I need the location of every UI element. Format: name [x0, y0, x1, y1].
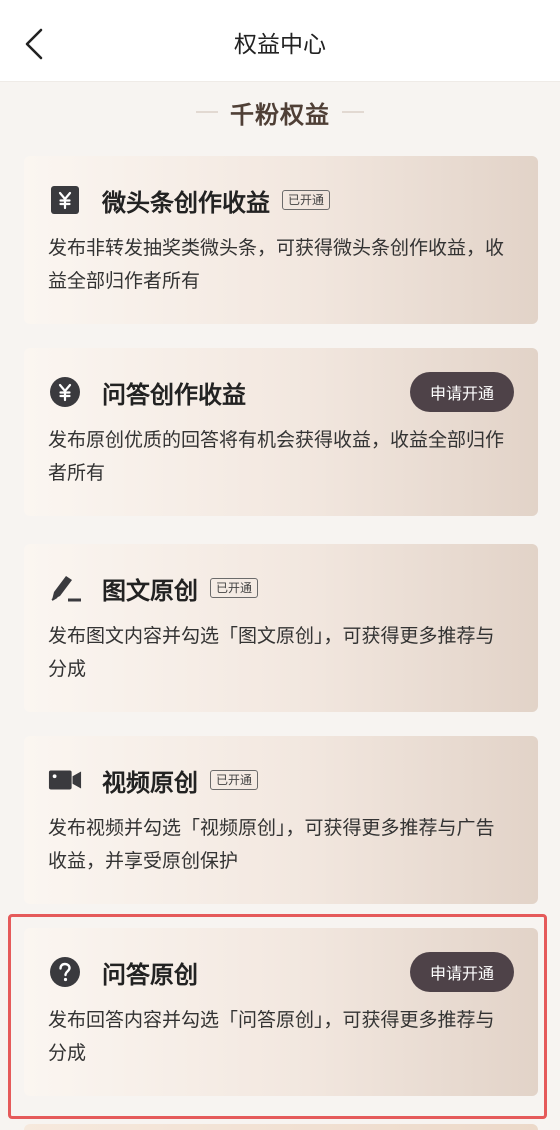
question-circle-icon [48, 955, 82, 989]
card-description: 发布回答内容并勾选「问答原创」，可获得更多推荐与分成 [48, 1009, 495, 1064]
card-title-row: 微头条创作收益 已开通 [48, 180, 514, 220]
benefit-card-article-original[interactable]: 图文原创 已开通 发布图文内容并勾选「图文原创」，可获得更多推荐与分成 [24, 544, 538, 712]
apply-button[interactable]: 申请开通 [409, 952, 514, 992]
status-badge: 已开通 [210, 578, 259, 598]
card-description: 发布视频并勾选「视频原创」，可获得更多推荐与广告收益，并享受原创保护 [48, 817, 495, 872]
video-camera-icon [48, 763, 82, 797]
next-card-peek [24, 1124, 538, 1130]
card-title: 图文原创 [102, 576, 198, 605]
benefit-card-video-original[interactable]: 视频原创 已开通 发布视频并勾选「视频原创」，可获得更多推荐与广告收益，并享受原… [24, 736, 538, 904]
section-heading-text: 千粉权益 [230, 100, 330, 129]
status-bar [0, 0, 560, 8]
pen-icon [48, 571, 82, 605]
card-title-row: 视频原创 已开通 [48, 760, 514, 800]
card-title: 微头条创作收益 [102, 188, 270, 217]
status-badge: 已开通 [210, 770, 259, 790]
page-title: 权益中心 [234, 32, 326, 58]
heading-divider-right [342, 111, 364, 113]
section-heading: 千粉权益 [0, 94, 560, 130]
yuan-square-icon [48, 183, 82, 217]
card-description: 发布图文内容并勾选「图文原创」，可获得更多推荐与分成 [48, 625, 495, 680]
apply-button[interactable]: 申请开通 [409, 372, 514, 412]
card-title: 视频原创 [102, 768, 198, 797]
yuan-circle-icon [48, 375, 82, 409]
card-title: 问答原创 [102, 960, 198, 989]
card-title: 问答创作收益 [102, 380, 246, 409]
benefit-card-qa-income[interactable]: 问答创作收益 申请开通 发布原创优质的回答将有机会获得收益，收益全部归作者所有 [24, 348, 538, 516]
card-description: 发布非转发抽奖类微头条，可获得微头条创作收益，收益全部归作者所有 [48, 237, 505, 292]
nav-bar: 权益中心 [0, 8, 560, 82]
heading-divider-left [196, 111, 218, 113]
card-description: 发布原创优质的回答将有机会获得收益，收益全部归作者所有 [48, 429, 505, 484]
status-badge: 已开通 [282, 190, 331, 210]
benefit-card-qa-original[interactable]: 问答原创 申请开通 发布回答内容并勾选「问答原创」，可获得更多推荐与分成 [24, 928, 538, 1096]
card-title-row: 图文原创 已开通 [48, 568, 514, 608]
benefit-card-micro-post-income[interactable]: 微头条创作收益 已开通 发布非转发抽奖类微头条，可获得微头条创作收益，收益全部归… [24, 156, 538, 324]
